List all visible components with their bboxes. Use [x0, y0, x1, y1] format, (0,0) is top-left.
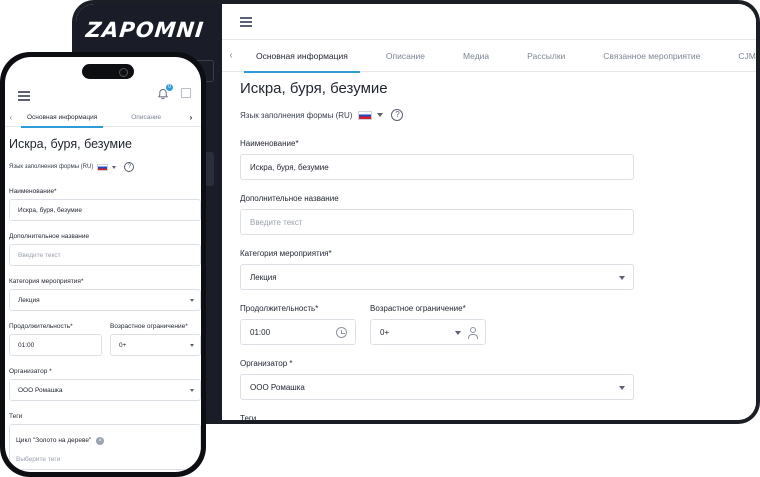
- chevron-down-icon[interactable]: [112, 165, 117, 169]
- age-value: 0+: [380, 327, 390, 337]
- phone-form-content: Искра, буря, безумие Язык заполнения фор…: [9, 137, 201, 470]
- language-row: Язык заполнения формы (RU) ?: [9, 162, 201, 172]
- tag-chip-label: Цикл "Золото на дереве": [16, 437, 92, 444]
- organizer-select[interactable]: ООО Ромашка: [240, 374, 634, 400]
- app-logo[interactable]: ZAPOMNI: [85, 18, 206, 42]
- help-circle-icon[interactable]: ?: [391, 109, 404, 121]
- tab-mailings[interactable]: Рассылки: [527, 40, 565, 72]
- top-header: [222, 4, 756, 40]
- chevron-left-icon[interactable]: ‹: [222, 50, 240, 61]
- language-label: Язык заполнения формы (RU): [9, 164, 94, 170]
- age-select[interactable]: 0+: [370, 319, 486, 345]
- chevron-down-icon: [619, 386, 625, 390]
- tab-main-info[interactable]: Основная информация: [244, 40, 360, 73]
- russia-flag-icon[interactable]: [97, 163, 109, 171]
- age-value: 0+: [118, 341, 127, 349]
- person-icon: [468, 327, 478, 339]
- bell-icon[interactable]: 0: [157, 84, 173, 100]
- name-label: Наименование*: [240, 139, 299, 148]
- camera-notch: [82, 64, 134, 79]
- phone-device: 0 ‹ Основная информация Описание › Искра…: [0, 52, 206, 477]
- phone-tab-bar: ‹ Основная информация Описание ›: [5, 109, 201, 128]
- tab-media[interactable]: Медиа: [463, 40, 489, 72]
- organizer-value: ООО Ромашка: [18, 386, 63, 394]
- name-field[interactable]: Искра, буря, безумие: [240, 154, 634, 180]
- category-label: Категория мероприятия*: [9, 278, 84, 285]
- image-icon[interactable]: [181, 88, 191, 98]
- main-panel: ‹ Основная информация Описание Медиа Рас…: [222, 4, 756, 420]
- page-title: Искра, буря, безумие: [9, 137, 132, 151]
- organizer-select[interactable]: ООО Ромашка: [9, 379, 201, 401]
- russia-flag-icon[interactable]: [358, 110, 373, 120]
- tab-related-event[interactable]: Связанное мероприятие: [603, 40, 700, 72]
- chevron-down-icon: [190, 389, 194, 392]
- chevron-down-icon: [190, 344, 194, 347]
- notification-badge: 0: [166, 84, 173, 91]
- hamburger-icon[interactable]: [240, 17, 252, 27]
- tab-bar: ‹ Основная информация Описание Медиа Рас…: [222, 40, 756, 73]
- clock-icon[interactable]: [336, 327, 347, 338]
- organizer-label: Организатор *: [9, 368, 52, 375]
- age-label: Возрастное ограничение*: [109, 323, 188, 330]
- age-label: Возрастное ограничение*: [370, 304, 466, 313]
- language-label: Язык заполнения формы (RU): [240, 110, 353, 120]
- chevron-down-icon: [619, 276, 625, 280]
- category-select[interactable]: Лекция: [9, 289, 201, 311]
- chevron-down-icon[interactable]: [377, 113, 384, 117]
- name-field[interactable]: Искра, буря, безумие: [9, 199, 201, 221]
- organizer-value: ООО Ромашка: [250, 382, 305, 392]
- tab-main-info[interactable]: Основная информация: [20, 114, 104, 128]
- tags-label: Теги: [9, 413, 23, 420]
- age-select[interactable]: 0+: [109, 334, 201, 356]
- chevron-left-icon[interactable]: ‹: [5, 113, 17, 122]
- help-circle-icon[interactable]: ?: [124, 162, 135, 172]
- phone-screen: 0 ‹ Основная информация Описание › Искра…: [5, 57, 201, 472]
- page-title: Искра, буря, безумие: [240, 80, 388, 97]
- organizer-label: Организатор *: [240, 359, 293, 368]
- form-content: Искра, буря, безумие Язык заполнения фор…: [240, 80, 640, 420]
- close-icon[interactable]: ×: [96, 436, 105, 445]
- category-value: Лекция: [250, 272, 277, 282]
- additional-name-field[interactable]: Введите текст: [9, 244, 201, 266]
- category-select[interactable]: Лекция: [240, 264, 634, 290]
- duration-field[interactable]: 01:00: [9, 334, 102, 356]
- duration-label: Продолжительность*: [9, 323, 73, 330]
- duration-value: 01:00: [250, 327, 271, 337]
- tags-placeholder[interactable]: Выберите теги: [16, 456, 194, 463]
- tab-description[interactable]: Описание: [131, 114, 161, 121]
- additional-name-label: Дополнительное название: [9, 233, 90, 240]
- tab-description[interactable]: Описание: [386, 40, 425, 72]
- tags-label: Теги: [240, 414, 257, 420]
- chevron-right-icon[interactable]: ›: [185, 113, 197, 122]
- tags-field[interactable]: Цикл "Золото на дереве" × Выберите теги: [9, 424, 201, 470]
- tag-chip: Цикл "Золото на дереве" ×: [16, 436, 105, 445]
- duration-label: Продолжительность*: [240, 304, 319, 313]
- category-label: Категория мероприятия*: [240, 249, 332, 258]
- phone-header: 0: [5, 83, 201, 105]
- tab-cjm[interactable]: CJM: [738, 40, 755, 72]
- hamburger-icon[interactable]: [18, 91, 30, 101]
- name-label: Наименование*: [9, 188, 57, 195]
- chevron-down-icon: [190, 299, 194, 302]
- additional-name-label: Дополнительное название: [240, 194, 339, 203]
- category-value: Лекция: [18, 296, 40, 304]
- chevron-down-icon: [455, 331, 461, 335]
- duration-field[interactable]: 01:00: [240, 319, 356, 345]
- additional-name-field[interactable]: Введите текст: [240, 209, 634, 235]
- language-row: Язык заполнения формы (RU) ?: [240, 109, 640, 121]
